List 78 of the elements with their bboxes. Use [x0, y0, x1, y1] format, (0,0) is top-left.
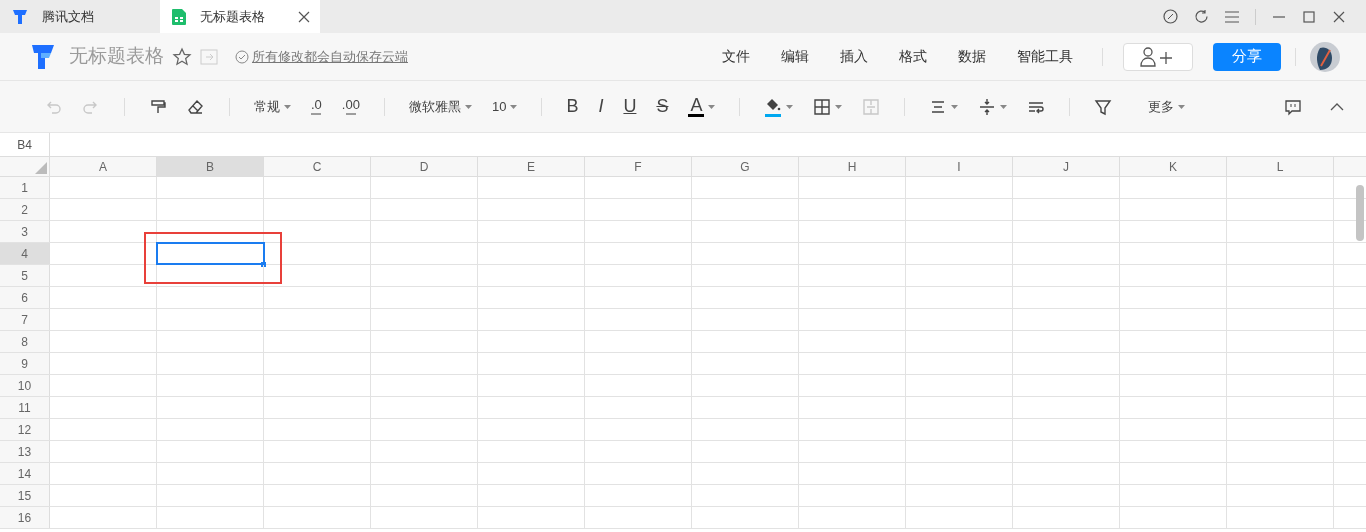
- column-header[interactable]: E: [478, 157, 585, 176]
- underline-button[interactable]: U: [617, 92, 643, 121]
- scrollbar[interactable]: [1356, 185, 1364, 241]
- row-header[interactable]: 5: [0, 265, 50, 286]
- caret-icon: [951, 104, 959, 109]
- caret-icon: [835, 104, 843, 109]
- maximize-icon[interactable]: [1302, 9, 1316, 24]
- italic-button[interactable]: I: [592, 92, 610, 121]
- caret-icon: [284, 104, 291, 109]
- row-header[interactable]: 3: [0, 221, 50, 242]
- decimal-button[interactable]: .00: [335, 92, 366, 121]
- docs-icon: [12, 9, 28, 24]
- column-header[interactable]: B: [157, 157, 264, 176]
- column-header[interactable]: K: [1120, 157, 1227, 176]
- row-header[interactable]: 11: [0, 397, 50, 418]
- save-status: 所有修改都会自动保存云端: [252, 47, 408, 66]
- row-header[interactable]: 13: [0, 441, 50, 462]
- eraser-icon: [187, 97, 205, 116]
- close-icon[interactable]: [298, 10, 310, 23]
- row-header[interactable]: 14: [0, 463, 50, 484]
- row-header[interactable]: 12: [0, 419, 50, 440]
- fontcolor-button[interactable]: A: [682, 92, 722, 121]
- refresh-icon[interactable]: [1194, 9, 1209, 24]
- caret-icon: [786, 104, 794, 109]
- fill-handle[interactable]: [261, 262, 266, 267]
- dropdown[interactable]: 10: [485, 92, 524, 121]
- bold-button[interactable]: B: [560, 92, 585, 121]
- filter-icon: [1094, 97, 1113, 116]
- caret-icon: [708, 104, 716, 109]
- dropdown[interactable]: 常规: [248, 92, 297, 121]
- vertical-align-icon: [978, 97, 997, 116]
- check-circle-icon: [235, 49, 249, 64]
- column-header[interactable]: L: [1227, 157, 1334, 176]
- menu-item[interactable]: 格式: [884, 46, 942, 67]
- row-header[interactable]: 15: [0, 485, 50, 506]
- column-header[interactable]: F: [585, 157, 692, 176]
- collapse-icon[interactable]: [1330, 101, 1344, 112]
- row-header[interactable]: 7: [0, 309, 50, 330]
- row-header[interactable]: 1: [0, 177, 50, 198]
- caret-icon: [510, 104, 518, 109]
- grid-icon: [813, 97, 832, 116]
- dropdown[interactable]: 微软雅黑: [402, 92, 478, 121]
- paint-roller-icon: [149, 97, 167, 116]
- row-header[interactable]: 4: [0, 243, 50, 264]
- menu-item[interactable]: 插入: [825, 46, 883, 67]
- row-header[interactable]: 6: [0, 287, 50, 308]
- menu-item[interactable]: 文件: [707, 46, 765, 67]
- menu-item[interactable]: 编辑: [766, 46, 824, 67]
- caret-icon: [1000, 104, 1008, 109]
- row-header[interactable]: 8: [0, 331, 50, 352]
- column-header[interactable]: C: [264, 157, 371, 176]
- column-header[interactable]: H: [799, 157, 906, 176]
- column-header[interactable]: J: [1013, 157, 1120, 176]
- menu-item[interactable]: 智能工具: [1002, 46, 1088, 67]
- caret-icon: [464, 104, 472, 109]
- row-header[interactable]: 10: [0, 375, 50, 396]
- column-header[interactable]: I: [906, 157, 1013, 176]
- strike-button[interactable]: S: [650, 92, 675, 121]
- avatar[interactable]: [1310, 41, 1340, 72]
- dropdown[interactable]: 更多: [1142, 92, 1192, 121]
- row-header[interactable]: 2: [0, 199, 50, 220]
- row-header[interactable]: 9: [0, 353, 50, 374]
- compass-icon[interactable]: [1163, 9, 1178, 24]
- menu-item[interactable]: 数据: [943, 46, 1001, 67]
- decimal-button[interactable]: .0: [305, 92, 328, 121]
- column-header[interactable]: G: [692, 157, 799, 176]
- active-cell[interactable]: [157, 243, 264, 264]
- browser-tab[interactable]: 无标题表格: [160, 0, 320, 33]
- row-header[interactable]: 16: [0, 507, 50, 528]
- caret-icon: [1178, 104, 1186, 109]
- column-header[interactable]: D: [371, 157, 478, 176]
- add-collaborator-button[interactable]: [1123, 42, 1193, 71]
- merge-cells-icon: [862, 97, 881, 116]
- share-button[interactable]: 分享: [1213, 42, 1281, 71]
- comment-icon[interactable]: [1284, 97, 1302, 116]
- sheet-icon: [172, 8, 186, 25]
- star-icon[interactable]: [172, 46, 192, 67]
- close-icon[interactable]: [1332, 9, 1346, 24]
